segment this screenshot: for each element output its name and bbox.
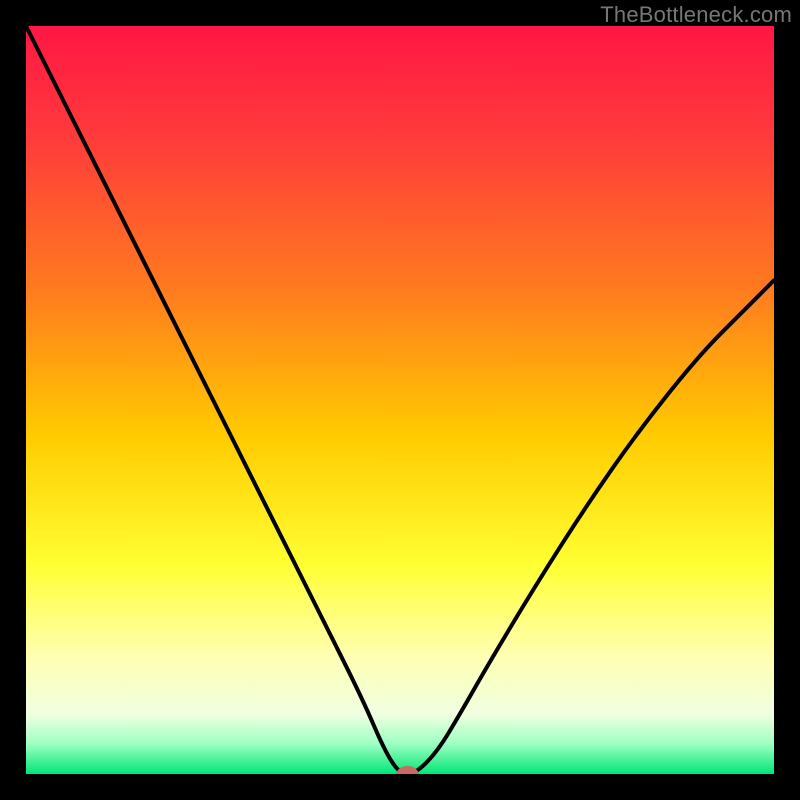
bottleneck-chart <box>0 0 800 800</box>
optimal-marker <box>396 766 418 782</box>
chart-container: TheBottleneck.com <box>0 0 800 800</box>
attribution-label: TheBottleneck.com <box>600 2 792 28</box>
